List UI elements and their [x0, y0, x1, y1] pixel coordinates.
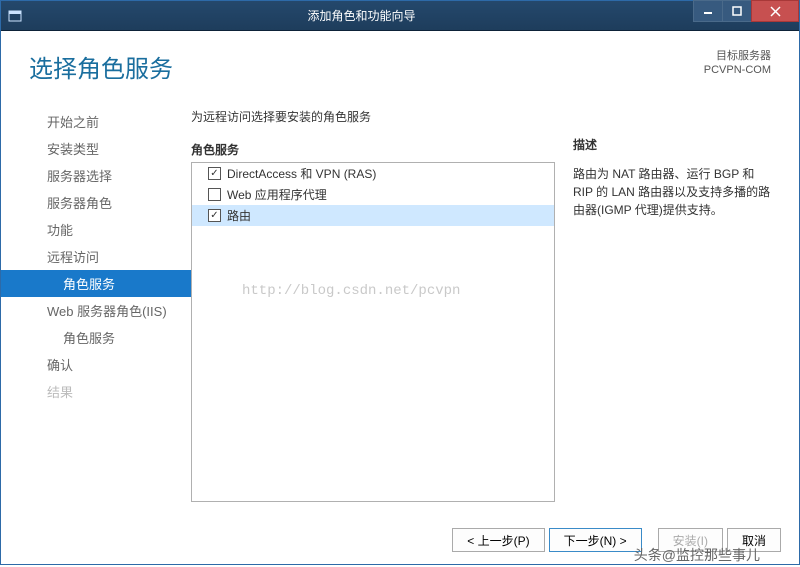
target-server-label: 目标服务器	[704, 49, 771, 63]
nav-before-begin[interactable]: 开始之前	[1, 108, 191, 135]
nav-server-selection[interactable]: 服务器选择	[1, 162, 191, 189]
overlay-annotation: 头条@监控那些事儿	[634, 545, 760, 565]
nav-role-services[interactable]: 角色服务	[1, 270, 191, 297]
nav-install-type[interactable]: 安装类型	[1, 135, 191, 162]
app-icon	[1, 9, 29, 23]
checkbox-checked-icon[interactable]: ✓	[208, 209, 221, 222]
checkbox-unchecked-icon[interactable]	[208, 188, 221, 201]
description-text: 路由为 NAT 路由器、运行 BGP 和 RIP 的 LAN 路由器以及支持多播…	[573, 165, 771, 219]
nav-web-server-iis[interactable]: Web 服务器角色(IIS)	[1, 297, 191, 324]
nav-features[interactable]: 功能	[1, 216, 191, 243]
roles-section-label: 角色服务	[191, 141, 555, 158]
next-button[interactable]: 下一步(N) >	[549, 528, 642, 552]
titlebar: 添加角色和功能向导	[1, 1, 799, 31]
minimize-button[interactable]	[693, 0, 723, 22]
wizard-sidebar: 开始之前 安装类型 服务器选择 服务器角色 功能 远程访问 角色服务 Web 服…	[1, 100, 191, 516]
target-server-name: PCVPN-COM	[704, 63, 771, 77]
page-title: 选择角色服务	[29, 49, 173, 84]
nav-iis-role-services[interactable]: 角色服务	[1, 324, 191, 351]
role-item-web-app-proxy[interactable]: Web 应用程序代理	[192, 184, 554, 205]
instruction-text: 为远程访问选择要安装的角色服务	[191, 108, 555, 125]
nav-results: 结果	[1, 378, 191, 405]
nav-remote-access[interactable]: 远程访问	[1, 243, 191, 270]
role-item-label: 路由	[227, 207, 251, 224]
close-button[interactable]	[751, 0, 799, 22]
role-item-routing[interactable]: ✓ 路由	[192, 205, 554, 226]
watermark-text: http://blog.csdn.net/pcvpn	[242, 283, 460, 299]
target-server-info: 目标服务器 PCVPN-COM	[704, 49, 771, 78]
maximize-button[interactable]	[722, 0, 752, 22]
role-item-directaccess-vpn[interactable]: ✓ DirectAccess 和 VPN (RAS)	[192, 163, 554, 184]
role-item-label: DirectAccess 和 VPN (RAS)	[227, 165, 376, 182]
window-title: 添加角色和功能向导	[29, 7, 694, 24]
nav-server-roles[interactable]: 服务器角色	[1, 189, 191, 216]
roles-listbox[interactable]: ✓ DirectAccess 和 VPN (RAS) Web 应用程序代理 ✓ …	[191, 162, 555, 502]
checkbox-checked-icon[interactable]: ✓	[208, 167, 221, 180]
window-controls	[694, 1, 799, 30]
description-label: 描述	[573, 136, 771, 153]
previous-button[interactable]: < 上一步(P)	[452, 528, 544, 552]
nav-confirmation[interactable]: 确认	[1, 351, 191, 378]
role-item-label: Web 应用程序代理	[227, 186, 327, 203]
